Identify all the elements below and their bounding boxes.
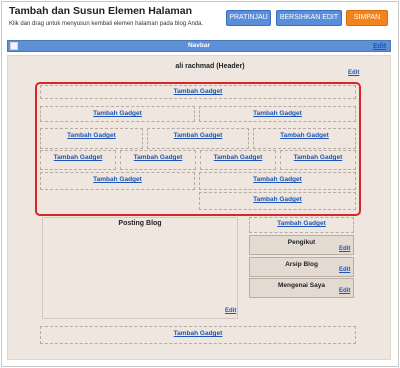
sidebar-gadget-edit-link[interactable]: Edit [339,288,350,294]
add-gadget-link[interactable]: Tambah Gadget [41,329,355,339]
highlight-frame [35,82,361,216]
navbar-label: Navbar [187,42,211,49]
sidebar-gadget: Pengikut [249,235,354,255]
page-description: Klik dan drag untuk menyusun kembali ele… [9,21,204,27]
sidebar-gadget-slot: Tambah Gadget [249,217,354,233]
save-button[interactable]: SIMPAN [346,10,388,26]
navbar-gadget: Navbar [7,40,391,52]
footer-gadget-slot: Tambah Gadget [40,326,356,344]
sidebar-gadget-title: Arsip Blog [285,261,318,268]
add-gadget-link[interactable]: Tambah Gadget [250,219,353,229]
header-edit-link[interactable]: Edit [348,70,359,76]
header-gadget-label: ali rachmad (Header) [175,63,245,70]
blog-posts-edit-link[interactable]: Edit [225,308,236,314]
posting-column: Posting Blog [42,217,238,319]
blog-posts-label: Posting Blog [118,220,162,227]
sidebar-gadget-edit-link[interactable]: Edit [339,267,350,273]
sidebar-gadget-title: Mengenai Saya [278,282,325,289]
sidebar-gadget-edit-link[interactable]: Edit [339,246,350,252]
navbar-edit-link[interactable]: Edit [373,43,386,50]
sidebar-gadget-title: Pengikut [287,239,316,246]
page-title: Tambah dan Susun Elemen Halaman [9,5,193,17]
preview-button[interactable]: PRATINJAU [226,10,271,26]
clear-edits-button[interactable]: BERSIHKAN EDIT [276,10,342,26]
